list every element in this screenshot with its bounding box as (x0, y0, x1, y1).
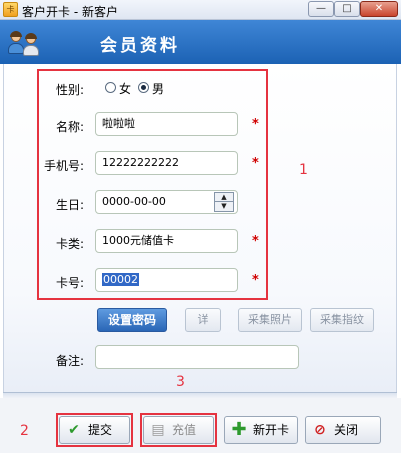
new-card-button-label: 新开卡 (253, 423, 290, 437)
window-title-bar[interactable]: 卡 客户开卡 - 新客户 — □ ✕ (0, 0, 401, 20)
app-icon: 卡 (3, 2, 18, 17)
set-password-button[interactable]: 设置密码 (97, 308, 167, 332)
annotation-number-2: 2 (20, 423, 29, 439)
annotation-number-1: 1 (299, 162, 308, 178)
capture-photo-button[interactable]: 采集照片 (238, 308, 302, 332)
close-window-button[interactable]: ✕ (360, 1, 398, 17)
close-button-label: 关闭 (334, 423, 359, 437)
members-icon (8, 28, 42, 56)
annotation-box-2 (56, 413, 133, 447)
header-banner: 会员资料 (0, 20, 401, 64)
remark-input[interactable] (95, 345, 299, 369)
page-title: 会员资料 (100, 36, 180, 56)
plus-icon: ✚ (231, 419, 247, 440)
annotation-box-3 (140, 413, 217, 447)
window-title: 客户开卡 - 新客户 (22, 5, 118, 19)
capture-fingerprint-button[interactable]: 采集指纹 (310, 308, 374, 332)
annotation-box-1 (37, 69, 268, 300)
new-card-button[interactable]: ✚ 新开卡 (224, 416, 298, 444)
details-button[interactable]: 详 (185, 308, 221, 332)
minimize-button[interactable]: — (308, 1, 334, 17)
annotation-number-3: 3 (176, 374, 185, 390)
no-entry-icon: ⊘ (314, 422, 326, 438)
close-button[interactable]: ⊘ 关闭 (305, 416, 381, 444)
remark-label: 备注: (55, 354, 84, 368)
maximize-button[interactable]: □ (334, 1, 360, 17)
